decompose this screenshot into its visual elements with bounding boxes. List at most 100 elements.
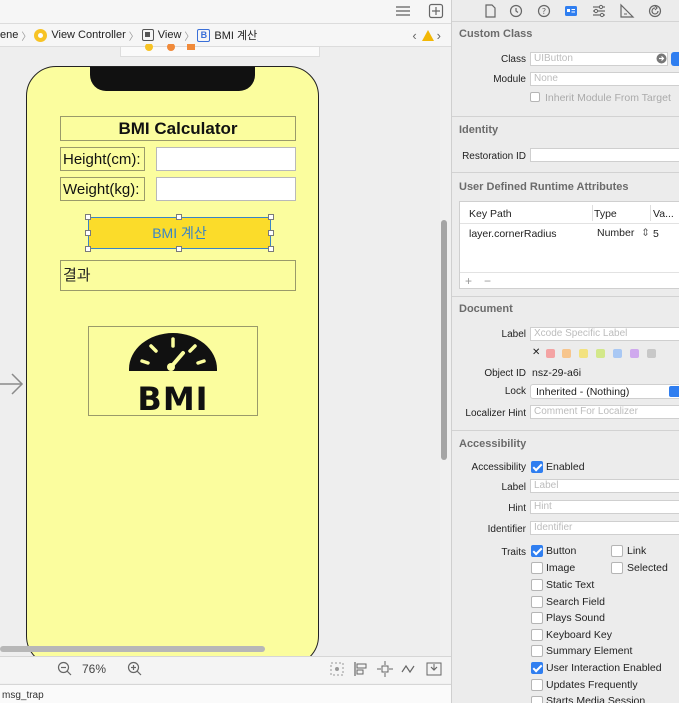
device-preview-icon[interactable] xyxy=(328,660,346,678)
col-divider xyxy=(650,205,651,221)
trait-updates-frequently-checkbox[interactable] xyxy=(531,679,543,691)
crumb-view-controller[interactable]: View Controller xyxy=(34,28,126,42)
table-row[interactable]: layer.cornerRadius Number ⇕ 5 xyxy=(460,224,679,242)
col-type[interactable]: Type xyxy=(594,208,617,220)
weight-input[interactable] xyxy=(156,177,296,201)
crumb-view[interactable]: View xyxy=(141,29,181,41)
bmi-image-view[interactable]: BMI xyxy=(88,326,258,417)
resize-handle[interactable] xyxy=(85,246,91,252)
crumb-button[interactable]: B BMI 계산 xyxy=(197,27,257,43)
clear-color-icon[interactable]: ✕ xyxy=(532,347,540,358)
history-inspector-icon[interactable] xyxy=(508,3,524,19)
acc-hint-field[interactable]: Hint xyxy=(530,500,679,514)
trait-plays-sound-checkbox[interactable] xyxy=(531,612,543,624)
accessibility-enabled-checkbox[interactable] xyxy=(531,461,543,473)
trait-link-checkbox[interactable] xyxy=(611,545,623,557)
crumb-scene[interactable]: ene xyxy=(0,29,18,41)
accessibility-label: Accessibility xyxy=(471,462,526,473)
restoration-id-field[interactable] xyxy=(530,148,679,162)
col-value[interactable]: Va... xyxy=(653,208,674,220)
title-label[interactable]: BMI Calculator xyxy=(60,116,296,141)
trait-user-interaction-checkbox[interactable] xyxy=(531,662,543,674)
resize-handle[interactable] xyxy=(268,246,274,252)
label-color-green[interactable] xyxy=(596,349,605,358)
trait-search-field-checkbox[interactable] xyxy=(531,596,543,608)
acc-label-field[interactable]: Label xyxy=(530,479,679,493)
acc-identifier-field[interactable]: Identifier xyxy=(530,521,679,535)
height-input[interactable] xyxy=(156,147,296,171)
iphone-frame[interactable]: BMI Calculator Height(cm): Weight(kg): B… xyxy=(26,66,319,666)
resize-handle[interactable] xyxy=(85,214,91,220)
document-label-label: Label xyxy=(501,329,526,340)
resize-handle[interactable] xyxy=(176,246,182,252)
trait-button-checkbox[interactable] xyxy=(531,545,543,557)
horizontal-scrollbar[interactable] xyxy=(0,646,265,652)
class-field[interactable]: UIButton xyxy=(530,52,668,66)
chevron-right-icon[interactable]: › xyxy=(437,28,443,43)
remove-attribute-button[interactable]: − xyxy=(484,274,491,288)
object-id-label: Object ID xyxy=(484,368,526,379)
attributes-inspector-icon[interactable] xyxy=(591,3,607,19)
connections-inspector-icon[interactable] xyxy=(647,3,663,19)
add-constraints-icon[interactable] xyxy=(376,660,394,678)
col-key-path[interactable]: Key Path xyxy=(469,208,512,220)
help-inspector-icon[interactable]: ? xyxy=(536,3,552,19)
trait-selected-checkbox[interactable] xyxy=(611,562,623,574)
row-key-path: layer.cornerRadius xyxy=(469,228,557,240)
trait-plays-sound-label: Plays Sound xyxy=(546,612,605,624)
class-popup-button[interactable] xyxy=(671,52,679,66)
label-color-red[interactable] xyxy=(546,349,555,358)
height-label[interactable]: Height(cm): xyxy=(60,147,145,171)
weight-label[interactable]: Weight(kg): xyxy=(60,177,145,201)
warning-icon[interactable] xyxy=(421,30,434,41)
editor-options-icon[interactable] xyxy=(394,4,412,18)
label-color-purple[interactable] xyxy=(630,349,639,358)
add-attribute-button[interactable]: + xyxy=(465,274,472,288)
resize-handle[interactable] xyxy=(268,214,274,220)
editor-top-bar xyxy=(0,0,451,24)
trait-keyboard-key-checkbox[interactable] xyxy=(531,629,543,641)
embed-in-icon[interactable] xyxy=(425,660,443,678)
trait-static-text-checkbox[interactable] xyxy=(531,579,543,591)
resize-handle[interactable] xyxy=(85,230,91,236)
lock-value: Inherited - (Nothing) xyxy=(536,386,630,398)
module-field[interactable]: None xyxy=(530,72,679,86)
label-color-blue[interactable] xyxy=(613,349,622,358)
runtime-attributes-section-title: User Defined Runtime Attributes xyxy=(459,181,629,193)
label-color-orange[interactable] xyxy=(562,349,571,358)
vertical-scrollbar[interactable] xyxy=(441,220,447,460)
class-go-arrow-icon[interactable] xyxy=(656,53,667,64)
identity-inspector-icon[interactable] xyxy=(563,3,579,19)
acc-hint-label: Hint xyxy=(508,503,526,514)
document-section-title: Document xyxy=(459,303,513,315)
resize-handle[interactable] xyxy=(176,214,182,220)
document-label-field[interactable]: Xcode Specific Label xyxy=(530,327,679,341)
stepper-icon[interactable]: ⇕ xyxy=(641,227,650,239)
divider xyxy=(452,296,679,297)
zoom-in-icon[interactable] xyxy=(126,660,144,678)
align-icon[interactable] xyxy=(352,660,370,678)
view-controller-icon xyxy=(34,28,48,42)
trait-updates-frequently-label: Updates Frequently xyxy=(546,679,638,691)
chevron-left-icon[interactable]: ‹ xyxy=(412,28,418,43)
trait-starts-media-checkbox[interactable] xyxy=(531,696,543,703)
file-inspector-icon[interactable] xyxy=(482,3,498,19)
resolve-layout-icon[interactable] xyxy=(400,660,418,678)
add-editor-icon[interactable] xyxy=(428,3,444,19)
localizer-hint-field[interactable]: Comment For Localizer xyxy=(530,405,679,419)
label-color-yellow[interactable] xyxy=(579,349,588,358)
trait-summary-element-checkbox[interactable] xyxy=(531,645,543,657)
inspector-tabs: ? xyxy=(452,0,679,22)
trait-user-interaction-label: User Interaction Enabled xyxy=(546,662,662,674)
resize-handle[interactable] xyxy=(268,230,274,236)
trait-summary-element-label: Summary Element xyxy=(546,645,633,657)
label-color-gray[interactable] xyxy=(647,349,656,358)
trait-image-label: Image xyxy=(546,562,576,574)
lock-popup[interactable]: Inherited - (Nothing) xyxy=(530,384,679,399)
zoom-out-icon[interactable] xyxy=(56,660,74,678)
divider xyxy=(452,116,679,117)
inherit-module-checkbox[interactable] xyxy=(530,92,540,102)
size-inspector-icon[interactable] xyxy=(619,3,635,19)
result-label[interactable]: 결과 xyxy=(60,260,296,291)
trait-image-checkbox[interactable] xyxy=(531,562,543,574)
